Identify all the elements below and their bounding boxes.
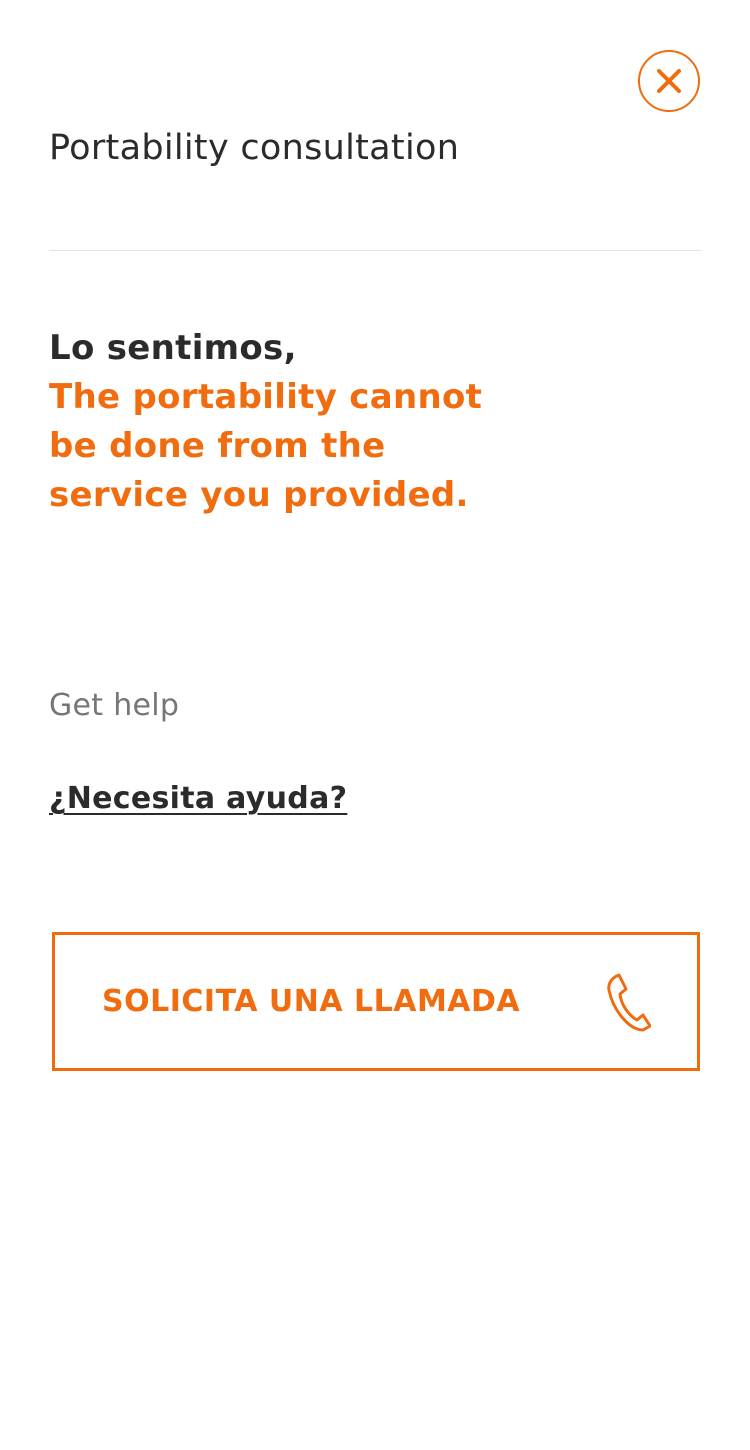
close-icon <box>657 69 681 93</box>
page-title: Portability consultation <box>49 128 460 168</box>
need-help-link[interactable]: ¿Necesita ayuda? <box>49 778 347 820</box>
phone-icon <box>607 973 651 1031</box>
message-detail: The portability cannot be done from the … <box>49 377 483 515</box>
error-message: Lo sentimos, The portability cannot be d… <box>49 324 509 520</box>
divider <box>49 250 701 251</box>
close-button[interactable] <box>638 50 700 112</box>
help-section-label: Get help <box>49 688 180 723</box>
request-call-button[interactable]: SOLICITA UNA LLAMADA <box>52 932 700 1071</box>
request-call-label: SOLICITA UNA LLAMADA <box>102 984 521 1019</box>
message-intro: Lo sentimos, <box>49 328 297 368</box>
